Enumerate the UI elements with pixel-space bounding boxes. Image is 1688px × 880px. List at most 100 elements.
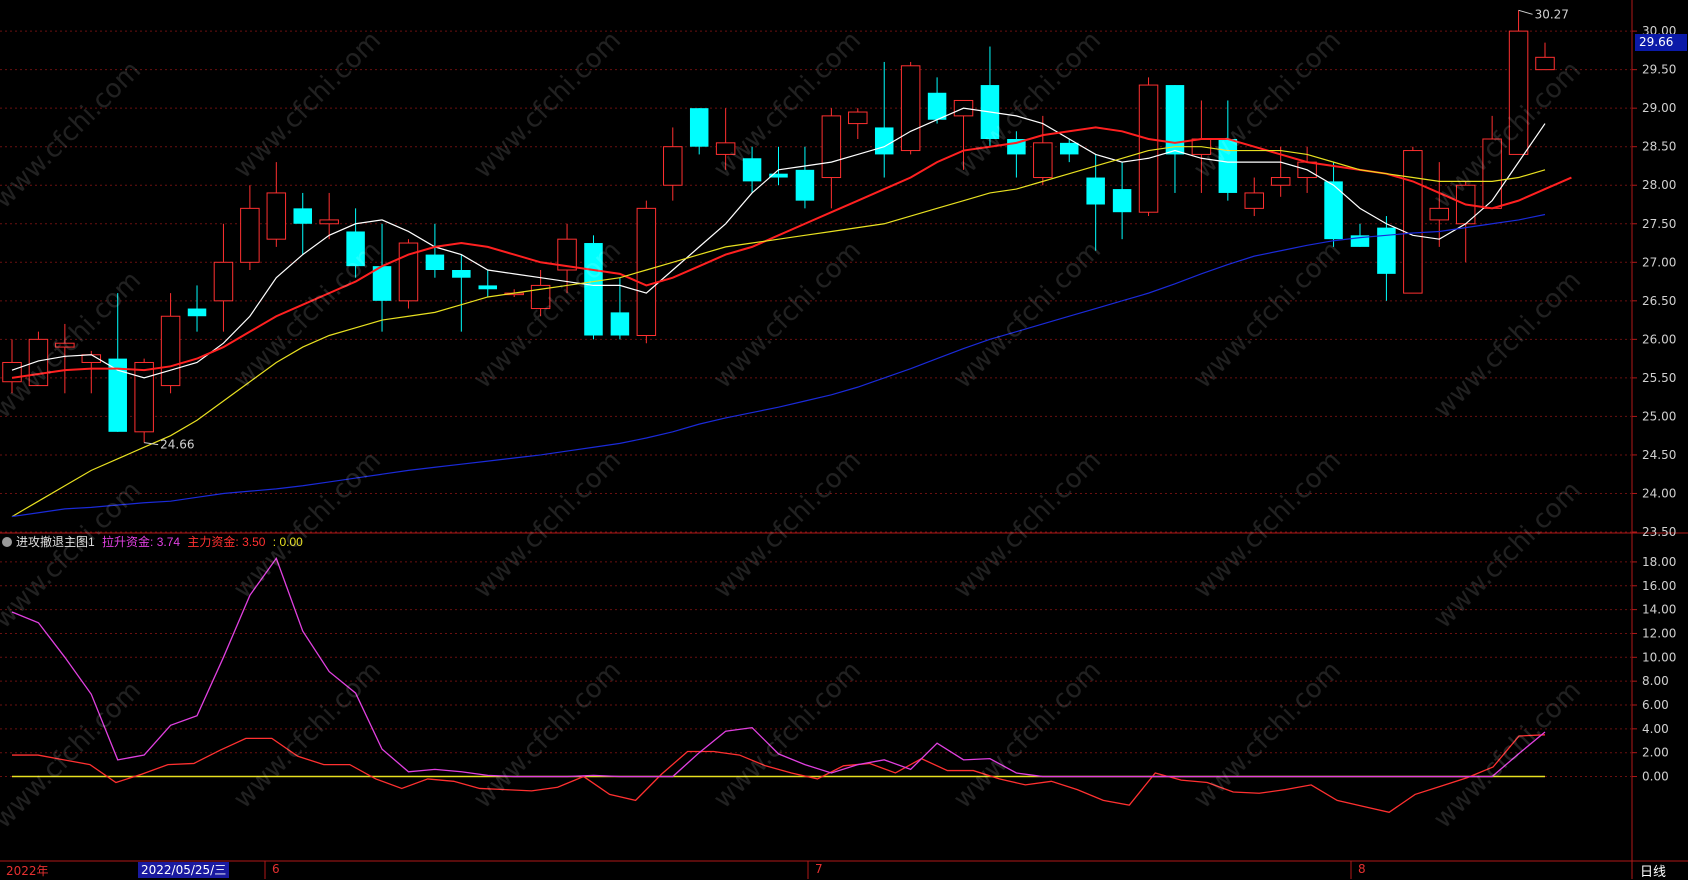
high-marker-arrow bbox=[1518, 9, 1533, 15]
candle bbox=[398, 239, 419, 309]
y-tick-label: 29.50 bbox=[1642, 63, 1676, 77]
period-label[interactable]: 日线 bbox=[1640, 861, 1666, 880]
candle bbox=[81, 350, 102, 394]
candle bbox=[160, 293, 181, 394]
sub-y-tick-label: 2.00 bbox=[1642, 746, 1669, 760]
candle bbox=[1244, 177, 1265, 217]
stock-chart[interactable]: 23.50 24.00 24.50 25.00 25.50 26.00 26.50 27.00… bbox=[0, 0, 1688, 879]
candle-body bbox=[160, 315, 181, 387]
sub-y-tick-label: 10.00 bbox=[1642, 650, 1676, 664]
candle bbox=[372, 223, 392, 332]
candle bbox=[1535, 42, 1555, 71]
candle bbox=[1377, 216, 1396, 301]
candle-body bbox=[213, 261, 234, 302]
y-tick-label: 26.50 bbox=[1642, 294, 1676, 308]
candle-body bbox=[1086, 177, 1105, 205]
month-label-6: 6 bbox=[272, 862, 280, 876]
cursor-date: 2022/05/25/三 bbox=[138, 862, 230, 878]
candle bbox=[187, 285, 207, 332]
candle-body bbox=[425, 254, 445, 270]
candle bbox=[1138, 77, 1159, 217]
y-tick-label: 25.50 bbox=[1642, 371, 1676, 385]
sub-y-tick-label: 0.00 bbox=[1642, 770, 1669, 784]
low-marker-label: 24.66 bbox=[160, 438, 194, 452]
candle bbox=[425, 223, 445, 278]
year-label: 2022年 bbox=[6, 864, 49, 878]
candle bbox=[1033, 115, 1053, 186]
y-tick-label: 28.00 bbox=[1642, 178, 1676, 192]
candle-body bbox=[689, 108, 709, 147]
candle-body bbox=[1138, 84, 1159, 213]
candle-body bbox=[795, 169, 815, 201]
candle-body bbox=[134, 361, 154, 433]
sub-y-tick-label: 6.00 bbox=[1642, 698, 1669, 712]
candle bbox=[663, 127, 683, 201]
y-tick-label: 28.50 bbox=[1642, 140, 1676, 154]
candle-body bbox=[293, 208, 312, 224]
candle-body bbox=[319, 219, 339, 225]
candle-body bbox=[610, 312, 630, 336]
candle-body bbox=[372, 266, 392, 301]
candle bbox=[1112, 162, 1132, 240]
last-price-tag: 29.66 bbox=[1635, 34, 1687, 51]
candle-body bbox=[240, 207, 260, 263]
candle bbox=[478, 270, 498, 297]
candle bbox=[795, 146, 815, 209]
candle-body bbox=[1033, 142, 1053, 179]
candle bbox=[821, 108, 842, 209]
candle-body bbox=[848, 111, 868, 125]
candle-body bbox=[1112, 189, 1132, 213]
sub-y-tick-label: 8.00 bbox=[1642, 674, 1669, 688]
legend-pull-funds: 拉升资金: 3.74 bbox=[102, 535, 181, 549]
candle-body bbox=[1059, 142, 1079, 155]
candle-body bbox=[478, 285, 498, 290]
candle bbox=[1165, 85, 1185, 193]
candle bbox=[452, 254, 471, 332]
y-tick-label: 25.00 bbox=[1642, 409, 1676, 423]
month-label-7: 7 bbox=[815, 862, 823, 876]
candle bbox=[769, 146, 788, 186]
y-tick-label: 29.00 bbox=[1642, 101, 1676, 115]
y-tick-label: 27.50 bbox=[1642, 217, 1676, 231]
candle bbox=[900, 61, 921, 155]
y-tick-label: 24.00 bbox=[1642, 486, 1676, 500]
candle bbox=[1324, 162, 1343, 247]
sub-y-tick-label: 16.00 bbox=[1642, 579, 1676, 593]
legend-main-funds: 主力资金: 3.50 bbox=[187, 535, 266, 549]
candle bbox=[240, 185, 260, 270]
indicator-toggle-icon[interactable] bbox=[2, 537, 12, 547]
candle-body bbox=[1165, 85, 1185, 155]
candle bbox=[1086, 154, 1105, 251]
sub-y-tick-label: 14.00 bbox=[1642, 603, 1676, 617]
candle-body bbox=[452, 270, 471, 278]
candle bbox=[134, 358, 154, 443]
candle bbox=[1403, 146, 1423, 294]
y-tick-label: 23.50 bbox=[1642, 525, 1676, 539]
candle-body bbox=[1324, 181, 1343, 240]
candle-body bbox=[663, 146, 683, 186]
candle-body bbox=[187, 308, 207, 317]
candle-body bbox=[900, 65, 921, 152]
candle bbox=[689, 108, 709, 155]
candle-body bbox=[1244, 192, 1265, 209]
candle-body bbox=[1270, 177, 1291, 186]
candle-body bbox=[1403, 150, 1423, 294]
candle-body bbox=[874, 127, 894, 155]
candle-body bbox=[927, 92, 947, 120]
candle-body bbox=[266, 192, 287, 240]
sub-y-tick-label: 12.00 bbox=[1642, 626, 1676, 640]
y-tick-label: 26.00 bbox=[1642, 332, 1676, 346]
high-marker-label: 30.27 bbox=[1535, 7, 1569, 21]
candle bbox=[1350, 223, 1370, 247]
candle bbox=[266, 162, 287, 247]
candle bbox=[874, 61, 894, 178]
indicator-legend: 进攻撤退主图1 拉升资金: 3.74 主力资金: 3.50 : 0.00 bbox=[2, 533, 307, 549]
y-tick-label: 24.50 bbox=[1642, 448, 1676, 462]
candle-body bbox=[821, 115, 842, 179]
month-label-8: 8 bbox=[1358, 862, 1366, 876]
sub-y-tick-label: 18.00 bbox=[1642, 555, 1676, 569]
candle bbox=[848, 108, 868, 139]
y-tick-label: 27.00 bbox=[1642, 255, 1676, 269]
candle bbox=[213, 223, 234, 332]
sub-y-tick-label: 4.00 bbox=[1642, 722, 1669, 736]
